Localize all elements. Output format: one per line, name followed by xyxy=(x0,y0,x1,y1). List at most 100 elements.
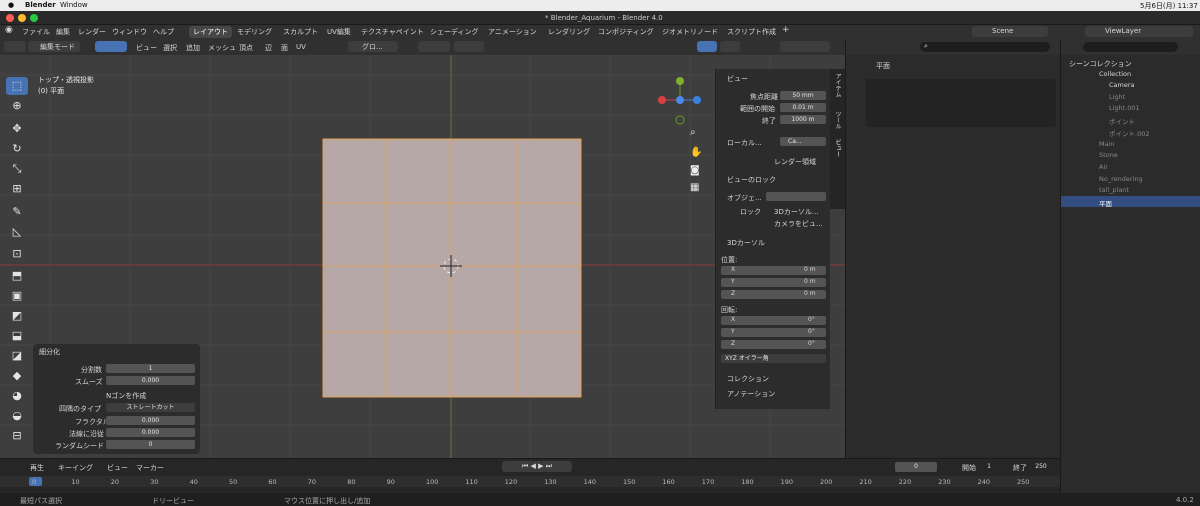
loopcut-tool-icon[interactable]: ⬓ xyxy=(6,327,28,345)
hand-pan-icon[interactable]: ✋ xyxy=(690,147,702,158)
cursor-tool-icon[interactable]: ⊕ xyxy=(6,97,28,115)
tab-uv[interactable]: UV編集 xyxy=(327,27,351,37)
local-camera-field[interactable]: Ca... xyxy=(780,137,826,146)
playback-controls[interactable]: ⏮ ◀ ▶ ⏭ xyxy=(502,461,572,472)
outliner-row[interactable]: Air xyxy=(1061,161,1200,172)
apple-icon[interactable]: ● xyxy=(8,1,14,9)
menu-uv[interactable]: UV xyxy=(296,43,306,51)
menu-window[interactable]: ウィンドウ xyxy=(112,27,147,37)
smooth-field[interactable]: 0.000 xyxy=(106,376,195,385)
operator-title[interactable]: 細分化 xyxy=(39,347,60,357)
camera-view-icon[interactable]: ◙ xyxy=(690,165,700,176)
fractal-field[interactable]: 0.000 xyxy=(106,416,195,425)
menu-select[interactable]: 選択 xyxy=(163,43,177,53)
rotation-mode-select[interactable]: XYZ オイラー角 xyxy=(721,354,826,363)
outliner-row[interactable]: Stone xyxy=(1061,149,1200,160)
tab-layout[interactable]: レイアウト xyxy=(189,26,232,38)
tab-geonodes[interactable]: ジオメトリノード xyxy=(662,27,718,37)
props-search[interactable] xyxy=(920,42,1050,52)
collection-section[interactable]: コレクション xyxy=(727,374,769,384)
outliner-row[interactable]: Light xyxy=(1061,91,1200,102)
view-section-title[interactable]: ビュー xyxy=(727,74,748,84)
zoom-icon-nav[interactable]: ⌕ xyxy=(690,127,696,138)
menu-file[interactable]: ファイル xyxy=(22,27,50,37)
add-workspace-button[interactable]: + xyxy=(782,25,790,35)
tab-modeling[interactable]: モデリング xyxy=(237,27,272,37)
proportional-edit-button[interactable] xyxy=(454,41,484,52)
shading-buttons[interactable] xyxy=(780,41,830,52)
outliner-row[interactable]: tall_plant xyxy=(1061,184,1200,195)
clip-start-field[interactable]: 0.01 m xyxy=(780,103,826,112)
tab-tool[interactable]: ツール xyxy=(833,111,842,129)
timeline-view-menu[interactable]: ビュー xyxy=(107,463,128,473)
normal-field[interactable]: 0.000 xyxy=(106,428,195,437)
smooth-tool-icon[interactable]: ◒ xyxy=(6,407,28,425)
marker-menu[interactable]: マーカー xyxy=(136,463,164,473)
view-lock-title[interactable]: ビューのロック xyxy=(727,175,776,185)
outliner-row[interactable]: ポイント xyxy=(1061,114,1200,126)
keying-menu[interactable]: キーイング xyxy=(58,463,93,473)
outliner-row[interactable]: Camera xyxy=(1061,79,1200,90)
annotation-section[interactable]: アノテーション xyxy=(727,389,775,399)
xray-button[interactable] xyxy=(720,41,740,52)
add-cube-tool-icon[interactable]: ⊡ xyxy=(6,245,28,263)
tab-view[interactable]: ビュー xyxy=(833,139,842,157)
tab-shading[interactable]: シェーディング xyxy=(430,27,479,37)
menu-render[interactable]: レンダー xyxy=(78,27,106,37)
snap-button[interactable] xyxy=(418,41,450,52)
tab-rendering[interactable]: レンダリング xyxy=(548,27,590,37)
outliner-search[interactable] xyxy=(1083,42,1178,52)
tab-compositing[interactable]: コンポジティング xyxy=(598,27,654,37)
knife-tool-icon[interactable]: ◪ xyxy=(6,347,28,365)
select-mode-buttons[interactable] xyxy=(95,41,127,52)
overlay-button[interactable] xyxy=(697,41,717,52)
transform-tool-icon[interactable]: ⊞ xyxy=(6,180,28,198)
tab-texpaint[interactable]: テクスチャペイント xyxy=(361,27,424,37)
minimize-icon[interactable] xyxy=(18,14,26,22)
inset-tool-icon[interactable]: ▣ xyxy=(6,287,28,305)
app-menu[interactable]: Blender xyxy=(25,1,56,9)
end-field[interactable]: 250 xyxy=(1030,462,1052,472)
props-tab-column[interactable] xyxy=(849,61,863,281)
menu-edge[interactable]: 辺 xyxy=(265,43,272,53)
camera-to-view-checkbox[interactable]: カメラをビュ... xyxy=(774,219,823,229)
outliner-row-selected[interactable]: 平面 xyxy=(1061,196,1200,208)
3d-cursor-title[interactable]: 3Dカーソル xyxy=(727,238,765,248)
outliner-row[interactable]: ポイント.002 xyxy=(1061,126,1200,138)
seed-field[interactable]: 0 xyxy=(106,440,195,449)
menu-face[interactable]: 面 xyxy=(281,43,288,53)
corner-select[interactable]: ストレートカット xyxy=(106,403,195,412)
measure-tool-icon[interactable]: ◺ xyxy=(6,223,28,241)
select-tool-icon[interactable]: ⬚ xyxy=(6,77,28,95)
editor-type-button[interactable] xyxy=(4,41,26,52)
zoom-icon[interactable] xyxy=(30,14,38,22)
spin-tool-icon[interactable]: ◕ xyxy=(6,387,28,405)
outliner-row[interactable]: Main xyxy=(1061,138,1200,149)
bevel-tool-icon[interactable]: ◩ xyxy=(6,307,28,325)
outliner-row[interactable]: No_rendering xyxy=(1061,173,1200,184)
focal-field[interactable]: 50 mm xyxy=(780,91,826,100)
clip-end-field[interactable]: 1000 m xyxy=(780,115,826,124)
tab-sculpt[interactable]: スカルプト xyxy=(283,27,318,37)
menu-view[interactable]: ビュー xyxy=(136,43,157,53)
selection-mode-bar[interactable] xyxy=(0,59,32,79)
window-menu[interactable]: Window xyxy=(60,1,88,9)
close-icon[interactable] xyxy=(6,14,14,22)
menu-edit[interactable]: 編集 xyxy=(56,27,70,37)
lock-object-field[interactable] xyxy=(766,192,826,201)
tab-scripting[interactable]: スクリプト作成 xyxy=(727,27,776,37)
move-tool-icon[interactable]: ✥ xyxy=(6,120,28,138)
ngon-checkbox[interactable]: Nゴンを作成 xyxy=(106,391,146,401)
annotate-tool-icon[interactable]: ✎ xyxy=(6,203,28,221)
tab-animation[interactable]: アニメーション xyxy=(488,27,537,37)
menu-vertex[interactable]: 頂点 xyxy=(239,43,253,53)
current-frame-field[interactable]: 0 xyxy=(895,462,937,472)
shear-tool-icon[interactable]: ⊟ xyxy=(6,427,28,445)
scale-tool-icon[interactable]: ⤡ xyxy=(6,160,28,178)
render-region-checkbox[interactable]: レンダー領域 xyxy=(774,157,816,167)
lock-cursor-checkbox[interactable]: 3Dカーソル... xyxy=(774,207,819,217)
outliner-row[interactable]: Collection xyxy=(1061,68,1200,79)
blender-logo-icon[interactable]: ◉ xyxy=(5,25,13,35)
menu-help[interactable]: ヘルプ xyxy=(153,27,174,37)
extrude-tool-icon[interactable]: ⬒ xyxy=(6,267,28,285)
